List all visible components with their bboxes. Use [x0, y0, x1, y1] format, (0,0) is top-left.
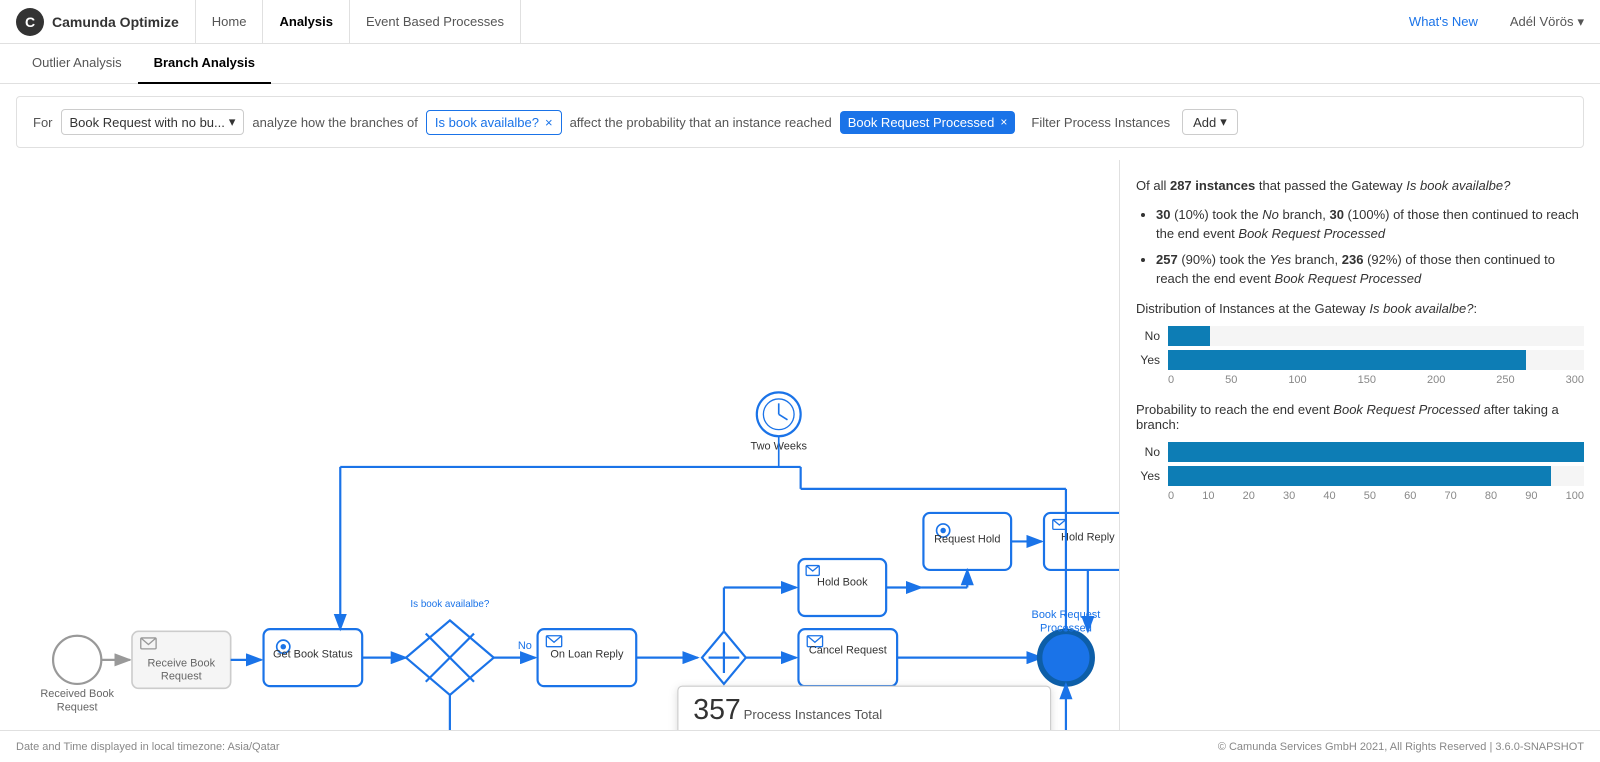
filter-instances-label: Filter Process Instances: [1031, 115, 1170, 130]
receive-book-request-label: Receive Book: [148, 657, 216, 669]
dist-no-bar: [1168, 326, 1210, 346]
dist-yes-bar: [1168, 350, 1526, 370]
subnav-branch[interactable]: Branch Analysis: [138, 44, 271, 84]
process-value: Book Request with no bu...: [70, 115, 225, 130]
prob-yes-label: Yes: [1136, 469, 1160, 483]
no-count: 30: [1156, 207, 1170, 222]
branch-list: 30 (10%) took the No branch, 30 (100%) o…: [1136, 205, 1584, 289]
prob-no-label: No: [1136, 445, 1160, 459]
main-nav: Home Analysis Event Based Processes: [195, 0, 521, 44]
tooltip-total-value: 357: [693, 694, 741, 726]
whats-new-link[interactable]: What's New: [1409, 14, 1478, 29]
no-branch-label: No: [518, 640, 532, 652]
gateway-tag[interactable]: Is book availalbe? ×: [426, 110, 562, 135]
logo: C: [16, 8, 44, 36]
prob-yes-bar-container: [1168, 466, 1584, 486]
user-menu[interactable]: Adél Vörös ▾: [1510, 14, 1584, 30]
dist-axis: 050100150200250300: [1136, 374, 1584, 386]
hold-book-label: Hold Book: [817, 576, 868, 588]
main-content: Received Book Request Receive Book Reque…: [0, 160, 1600, 730]
gateway-label: Is book availalbe?: [410, 599, 489, 610]
brand-name: Camunda Optimize: [52, 14, 179, 30]
user-name: Adél Vörös: [1510, 14, 1574, 29]
prob-yes-bar: [1168, 466, 1551, 486]
prob-no-bar-container: [1168, 442, 1584, 462]
diagram-area[interactable]: Received Book Request Receive Book Reque…: [0, 160, 1120, 730]
branch-item-no: 30 (10%) took the No branch, 30 (100%) o…: [1156, 205, 1584, 244]
receive-book-request-label2: Request: [161, 671, 202, 683]
right-panel: Of all 287 instances that passed the Gat…: [1120, 160, 1600, 730]
gateway-close-icon[interactable]: ×: [545, 115, 553, 130]
nav-analysis[interactable]: Analysis: [263, 0, 349, 44]
distribution-section: Distribution of Instances at the Gateway…: [1136, 301, 1584, 386]
distribution-heading: Distribution of Instances at the Gateway…: [1136, 301, 1584, 316]
tooltip-total-label: Process Instances Total: [744, 707, 883, 722]
start-event[interactable]: [53, 636, 101, 684]
dist-no-label: No: [1136, 329, 1160, 343]
prob-no-bar: [1168, 442, 1584, 462]
copyright-text: © Camunda Services GmbH 2021, All Rights…: [1218, 741, 1584, 753]
dist-yes-row: Yes: [1136, 350, 1584, 370]
gateway-value: Is book availalbe?: [435, 115, 539, 130]
end-event[interactable]: [1040, 631, 1093, 684]
timezone-text: Date and Time displayed in local timezon…: [16, 741, 280, 753]
start-event-label2: Request: [57, 701, 98, 713]
start-event-label: Received Book: [40, 688, 114, 700]
add-label: Add: [1193, 115, 1216, 130]
footer: Date and Time displayed in local timezon…: [0, 730, 1600, 762]
end-event-tag[interactable]: Book Request Processed ×: [840, 111, 1016, 134]
prob-axis: 0102030405060708090100: [1136, 490, 1584, 502]
process-chevron-icon: ▾: [229, 114, 236, 130]
user-chevron-icon: ▾: [1577, 14, 1584, 30]
subnav-outlier[interactable]: Outlier Analysis: [16, 44, 138, 84]
cancel-request-label: Cancel Request: [809, 644, 887, 656]
probability-heading: Probability to reach the end event Book …: [1136, 402, 1584, 432]
end-event-close-icon[interactable]: ×: [1000, 115, 1007, 129]
analyze-label: analyze how the branches of: [252, 115, 418, 130]
summary-paragraph: Of all 287 instances that passed the Gat…: [1136, 176, 1584, 197]
add-chevron-icon: ▾: [1220, 114, 1227, 130]
dist-no-row: No: [1136, 326, 1584, 346]
yes-count: 257: [1156, 252, 1178, 267]
subnav: Outlier Analysis Branch Analysis: [0, 44, 1600, 84]
nav-event-based[interactable]: Event Based Processes: [350, 0, 521, 44]
dist-yes-label: Yes: [1136, 353, 1160, 367]
for-label: For: [33, 115, 53, 130]
affect-label: affect the probability that an instance …: [570, 115, 832, 130]
end-event-value: Book Request Processed: [848, 115, 995, 130]
branch-item-yes: 257 (90%) took the Yes branch, 236 (92%)…: [1156, 250, 1584, 289]
dist-yes-bar-container: [1168, 350, 1584, 370]
cancel-request-task[interactable]: [798, 629, 897, 686]
header: C Camunda Optimize Home Analysis Event B…: [0, 0, 1600, 44]
dist-no-bar-container: [1168, 326, 1584, 346]
process-select[interactable]: Book Request with no bu... ▾: [61, 109, 245, 135]
gateway-name: Is book availalbe?: [1406, 178, 1510, 193]
request-hold-label: Request Hold: [934, 534, 1000, 546]
total-instances: 287 instances: [1170, 178, 1255, 193]
probability-section: Probability to reach the end event Book …: [1136, 402, 1584, 502]
hold-reply-label: Hold Reply: [1061, 531, 1115, 543]
filter-bar: For Book Request with no bu... ▾ analyze…: [16, 96, 1584, 148]
prob-yes-row: Yes: [1136, 466, 1584, 486]
on-loan-reply-label: On Loan Reply: [550, 649, 624, 661]
add-filter-button[interactable]: Add ▾: [1182, 109, 1238, 135]
nav-home[interactable]: Home: [195, 0, 264, 44]
prob-no-row: No: [1136, 442, 1584, 462]
get-book-status-label: Get Book Status: [273, 649, 353, 661]
